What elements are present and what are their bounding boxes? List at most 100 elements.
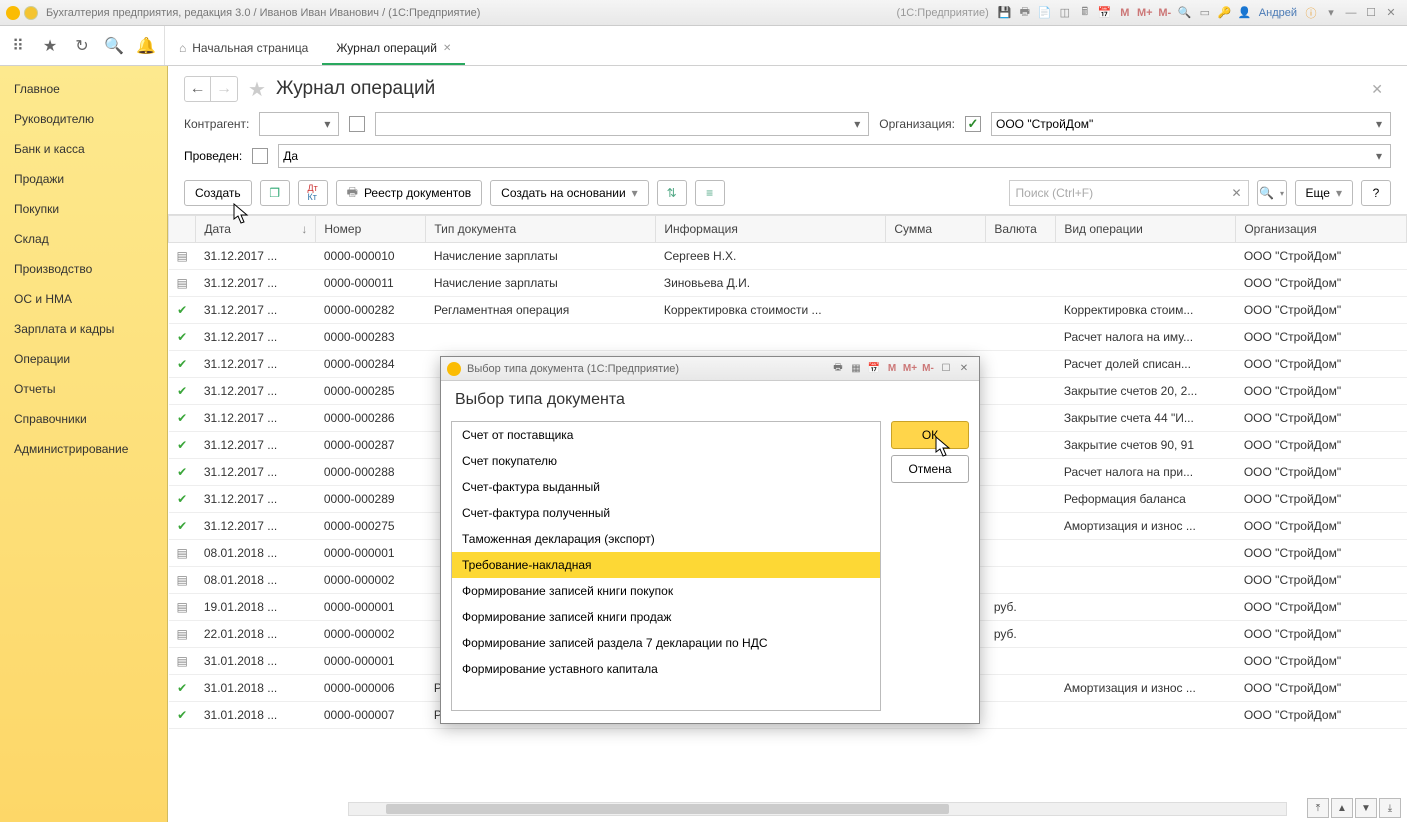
sidebar-item-12[interactable]: Администрирование xyxy=(0,434,167,464)
user-icon[interactable]: 👤 xyxy=(1236,4,1254,22)
doc-type-list[interactable]: Счет от поставщикаСчет покупателюСчет-фа… xyxy=(451,421,881,711)
doc-type-item[interactable]: Формирование уставного капитала xyxy=(452,656,880,682)
close-icon[interactable]: ✕ xyxy=(1382,4,1400,22)
doc-type-item[interactable]: Таможенная декларация (экспорт) xyxy=(452,526,880,552)
doc-type-item[interactable]: Формирование записей книги покупок xyxy=(452,578,880,604)
calc-icon[interactable]: ▦ xyxy=(848,361,864,377)
search-button[interactable]: 🔍▾ xyxy=(1257,180,1287,206)
m-label[interactable]: M xyxy=(884,361,900,377)
search-input[interactable]: Поиск (Ctrl+F) ✕ xyxy=(1009,180,1249,206)
posted-select[interactable]: Да ▾ xyxy=(278,144,1391,168)
m-minus-label[interactable]: M- xyxy=(1156,4,1174,22)
ok-button[interactable]: ОК xyxy=(891,421,969,449)
horizontal-scrollbar[interactable] xyxy=(348,802,1287,816)
zoom-icon[interactable]: 🔍 xyxy=(1176,4,1194,22)
col-header[interactable]: Организация xyxy=(1236,216,1407,243)
panel-icon[interactable]: ▭ xyxy=(1196,4,1214,22)
sidebar-item-0[interactable]: Главное xyxy=(0,74,167,104)
sidebar-item-9[interactable]: Операции xyxy=(0,344,167,374)
sidebar-item-2[interactable]: Банк и касса xyxy=(0,134,167,164)
compare-icon[interactable]: ◫ xyxy=(1056,4,1074,22)
sidebar-item-10[interactable]: Отчеты xyxy=(0,374,167,404)
create-based-button[interactable]: Создать на основании▾ xyxy=(490,180,649,206)
copy-button[interactable]: ❐ xyxy=(260,180,290,206)
registry-button[interactable]: 🖶Реестр документов xyxy=(336,180,483,206)
posted-checkbox[interactable] xyxy=(252,148,268,164)
doc-type-item[interactable]: Счет-фактура полученный xyxy=(452,500,880,526)
user-name[interactable]: Андрей xyxy=(1259,7,1297,19)
doc-type-item[interactable]: Формирование записей раздела 7 деклараци… xyxy=(452,630,880,656)
sidebar-item-7[interactable]: ОС и НМА xyxy=(0,284,167,314)
bell-icon[interactable]: 🔔 xyxy=(136,36,156,56)
search-icon[interactable]: 🔍 xyxy=(104,36,124,56)
calendar-icon[interactable]: 📅 xyxy=(866,361,882,377)
cancel-button[interactable]: Отмена xyxy=(891,455,969,483)
table-row[interactable]: ▤ 31.12.2017 ... 0000-000010 Начисление … xyxy=(169,243,1407,270)
calendar-icon[interactable]: 📅 xyxy=(1096,4,1114,22)
nav-top-button[interactable]: ⤒ xyxy=(1307,798,1329,818)
doc-type-item[interactable]: Формирование записей книги продаж xyxy=(452,604,880,630)
list-button[interactable]: ≡ xyxy=(695,180,725,206)
table-row[interactable]: ✔ 31.12.2017 ... 0000-000283 Расчет нало… xyxy=(169,324,1407,351)
more-button[interactable]: Еще▾ xyxy=(1295,180,1353,206)
col-header[interactable]: Номер xyxy=(316,216,426,243)
sidebar-item-1[interactable]: Руководителю xyxy=(0,104,167,134)
history-icon[interactable]: ↻ xyxy=(72,36,92,56)
maximize-icon[interactable]: ☐ xyxy=(938,361,954,377)
tab-journal[interactable]: Журнал операций ✕ xyxy=(322,31,465,65)
table-row[interactable]: ✔ 31.12.2017 ... 0000-000282 Регламентна… xyxy=(169,297,1407,324)
key-icon[interactable]: 🔑 xyxy=(1216,4,1234,22)
caret-down-icon[interactable]: ▾ xyxy=(1322,4,1340,22)
dtkt-button[interactable]: ДтКт xyxy=(298,180,328,206)
col-header[interactable]: Информация xyxy=(656,216,886,243)
col-header[interactable]: Валюта xyxy=(986,216,1056,243)
help-button[interactable]: ? xyxy=(1361,180,1391,206)
back-button[interactable]: ← xyxy=(185,77,211,101)
m-plus-label[interactable]: M+ xyxy=(1136,4,1154,22)
sidebar-item-5[interactable]: Склад xyxy=(0,224,167,254)
related-button[interactable]: ⇅ xyxy=(657,180,687,206)
col-status[interactable] xyxy=(169,216,196,243)
org-select[interactable]: ООО "СтройДом" ▾ xyxy=(991,112,1391,136)
nav-bottom-button[interactable]: ⤓ xyxy=(1379,798,1401,818)
nav-down-button[interactable]: ▼ xyxy=(1355,798,1377,818)
maximize-icon[interactable]: ☐ xyxy=(1362,4,1380,22)
m-label[interactable]: M xyxy=(1116,4,1134,22)
calc-icon[interactable]: 🖩 xyxy=(1076,4,1094,22)
m-minus-label[interactable]: M- xyxy=(920,361,936,377)
nav-up-button[interactable]: ▲ xyxy=(1331,798,1353,818)
clear-search-icon[interactable]: ✕ xyxy=(1231,186,1241,200)
create-button[interactable]: Создать xyxy=(184,180,252,206)
tab-close-icon[interactable]: ✕ xyxy=(443,43,451,54)
sidebar-item-8[interactable]: Зарплата и кадры xyxy=(0,314,167,344)
save-icon[interactable]: 💾 xyxy=(996,4,1014,22)
doc-type-item[interactable]: Счет от поставщика xyxy=(452,422,880,448)
doc-type-item[interactable]: Счет-фактура выданный xyxy=(452,474,880,500)
close-icon[interactable]: ✕ xyxy=(956,361,972,377)
forward-button[interactable]: → xyxy=(211,77,237,101)
col-header[interactable]: Вид операции xyxy=(1056,216,1236,243)
col-header[interactable]: Дата ↓ xyxy=(196,216,316,243)
counterparty-select[interactable]: ▾ xyxy=(259,112,339,136)
apps-icon[interactable]: ⠿ xyxy=(8,36,28,56)
doc-type-item[interactable]: Требование-накладная xyxy=(452,552,880,578)
doc-type-item[interactable]: Счет покупателю xyxy=(452,448,880,474)
table-row[interactable]: ▤ 31.12.2017 ... 0000-000011 Начисление … xyxy=(169,270,1407,297)
sidebar-item-6[interactable]: Производство xyxy=(0,254,167,284)
counterparty-checkbox[interactable] xyxy=(349,116,365,132)
counterparty-value-select[interactable]: ▾ xyxy=(375,112,869,136)
doc-icon[interactable]: 📄 xyxy=(1036,4,1054,22)
col-header[interactable]: Сумма xyxy=(886,216,986,243)
col-header[interactable]: Тип документа xyxy=(426,216,656,243)
page-close-icon[interactable]: ✕ xyxy=(1363,81,1391,98)
favorite-star-icon[interactable]: ★ xyxy=(248,77,266,102)
star-icon[interactable]: ★ xyxy=(40,36,60,56)
print-icon[interactable]: 🖶 xyxy=(830,361,846,377)
info-icon[interactable]: ⓘ xyxy=(1302,4,1320,22)
m-plus-label[interactable]: M+ xyxy=(902,361,918,377)
sidebar-item-11[interactable]: Справочники xyxy=(0,404,167,434)
tab-home[interactable]: ⌂ Начальная страница xyxy=(165,31,322,65)
org-checkbox[interactable] xyxy=(965,116,981,132)
sidebar-item-4[interactable]: Покупки xyxy=(0,194,167,224)
minimize-icon[interactable]: — xyxy=(1342,4,1360,22)
